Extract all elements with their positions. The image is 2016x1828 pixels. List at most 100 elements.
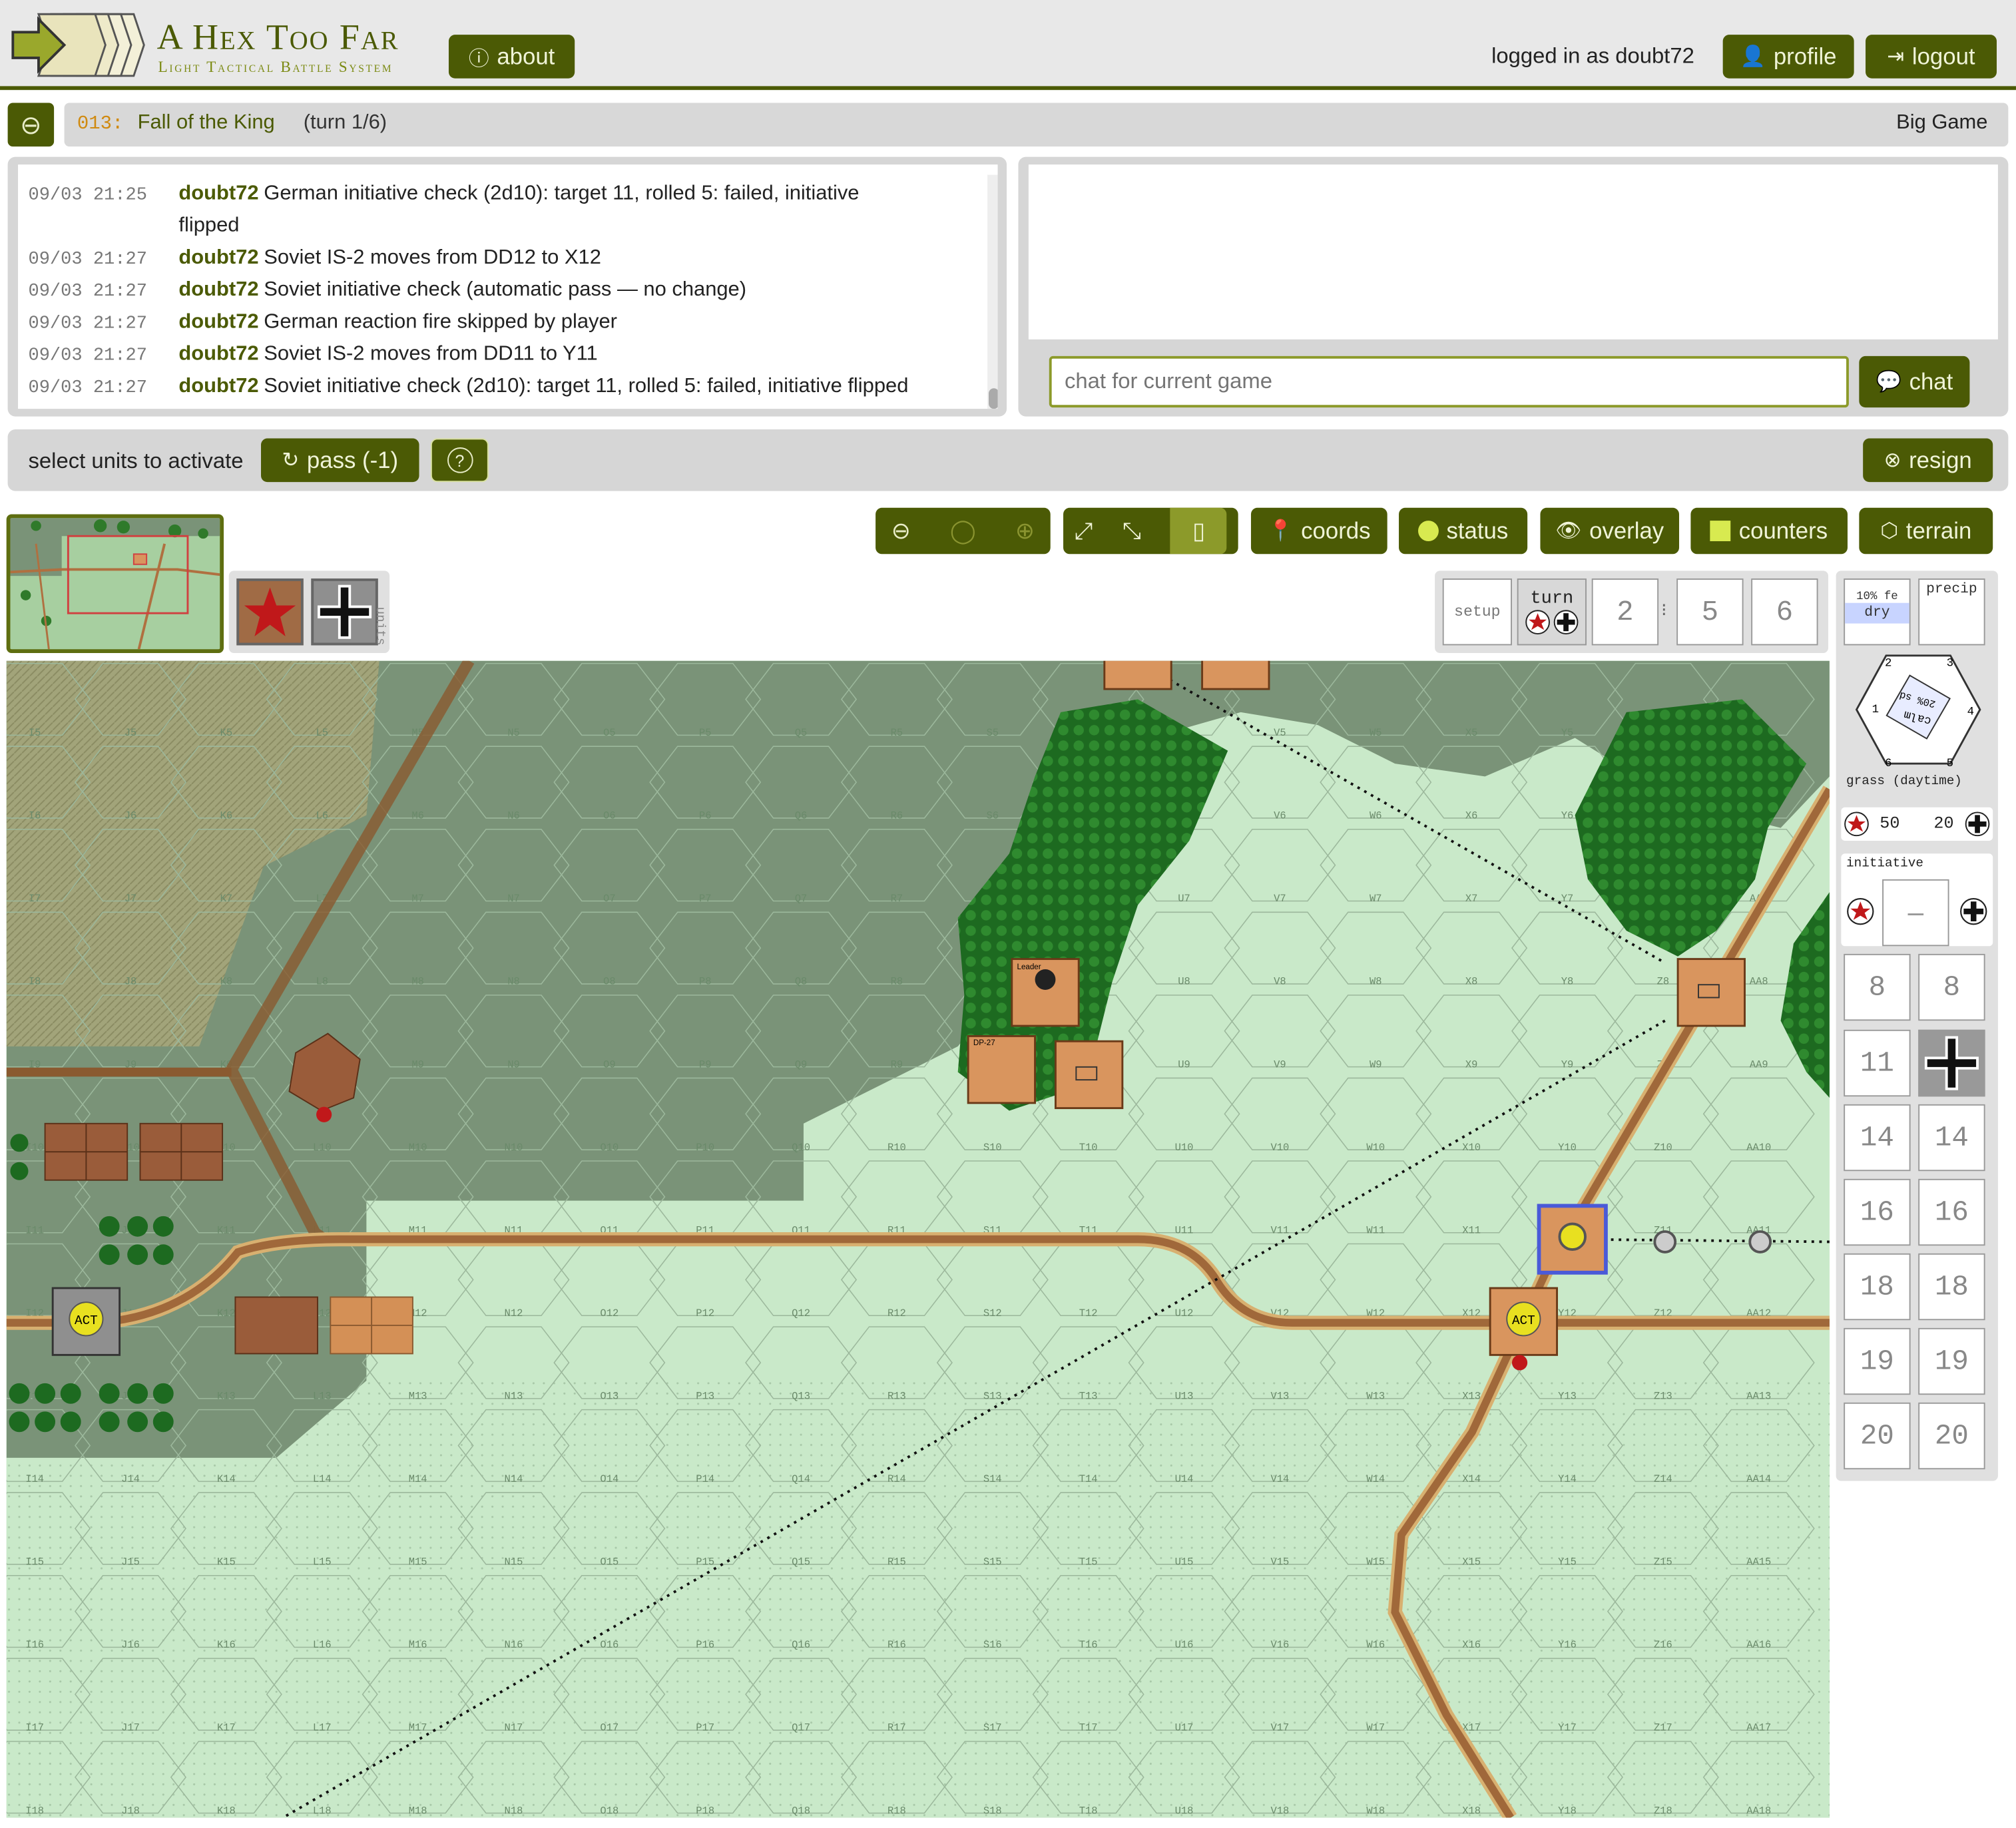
hex-coord-label: L13 bbox=[313, 1391, 332, 1403]
mobile-icon[interactable]: ▯ bbox=[1170, 507, 1228, 555]
hex-coord-label: N14 bbox=[505, 1473, 523, 1485]
hex-coord-label: K7 bbox=[220, 893, 233, 905]
hex-coord-label: L18 bbox=[313, 1805, 332, 1817]
turn-setup: setup bbox=[1442, 578, 1512, 646]
hex-coord-label: U13 bbox=[1175, 1391, 1194, 1403]
overlay-toggle[interactable]: 👁 overlay bbox=[1540, 507, 1680, 555]
counter-selected[interactable] bbox=[1537, 1204, 1608, 1275]
hex-coord-label: R17 bbox=[887, 1722, 906, 1734]
game-app: A Hex Too Far Light Tactical Battle Syst… bbox=[0, 0, 2016, 1828]
pass-button[interactable]: ↻ pass (-1) bbox=[261, 438, 419, 483]
zoom-out-icon[interactable]: ⊖ bbox=[891, 517, 911, 545]
hex-coord-label: S18 bbox=[983, 1805, 1002, 1817]
coords-toggle[interactable]: 📍 coords bbox=[1250, 507, 1387, 555]
chat-panel: 💬chat bbox=[1018, 156, 2009, 417]
status-toggle[interactable]: status bbox=[1399, 507, 1528, 555]
hex-coord-label: I7 bbox=[29, 893, 41, 905]
log-scrollbar[interactable] bbox=[987, 174, 998, 409]
hex-coord-label: W7 bbox=[1370, 893, 1382, 905]
game-map[interactable]: I5 I6 I7 I8 I9 I10 I11 I12 I13 I14 I15 I16 I17 I18 J5 J… bbox=[6, 660, 1830, 1818]
turn-cell: 5 bbox=[1676, 578, 1744, 646]
hex-coord-label: N13 bbox=[505, 1391, 523, 1403]
log-entry: 09/03 21:27 doubt72 Soviet initiative chec… bbox=[28, 279, 747, 302]
zoom-in-icon[interactable]: ⊕ bbox=[1015, 517, 1035, 545]
hex-coord-label: I6 bbox=[29, 810, 41, 822]
counters-toggle[interactable]: counters bbox=[1690, 507, 1848, 555]
log-entry: 09/03 21:25 doubt72 German initiative chec… bbox=[28, 182, 860, 206]
counter-german-leader[interactable]: ACT bbox=[51, 1287, 121, 1356]
hex-coord-label: V8 bbox=[1274, 976, 1286, 988]
hex-coord-label: X13 bbox=[1462, 1391, 1481, 1403]
hex-coord-label: Y18 bbox=[1558, 1805, 1577, 1817]
iron-cross-icon bbox=[1965, 811, 1990, 837]
counter-su152[interactable] bbox=[1054, 1040, 1124, 1110]
hex-coord-label: P18 bbox=[696, 1805, 714, 1817]
hex-coord-label: Y17 bbox=[1558, 1722, 1577, 1734]
hex-coord-label: O8 bbox=[603, 976, 616, 988]
hex-coord-label: P17 bbox=[696, 1722, 714, 1734]
red-star-icon bbox=[1847, 897, 1874, 925]
hex-coord-label: W6 bbox=[1370, 810, 1382, 822]
hex-coord-label: V11 bbox=[1271, 1224, 1290, 1236]
hex-coord-label: T15 bbox=[1079, 1556, 1098, 1568]
hex-map[interactable]: I5I6I7I8I9I10I11I12I13I14I15I16I17I18J5J… bbox=[6, 660, 1830, 1818]
counter-square-icon bbox=[1710, 521, 1732, 541]
svg-text:1: 1 bbox=[1872, 704, 1879, 716]
hex-coord-label: U8 bbox=[1178, 976, 1190, 988]
german-flag-button[interactable] bbox=[311, 578, 378, 646]
expand-icon[interactable]: ⤢ bbox=[1074, 517, 1093, 545]
hex-coord-label: W10 bbox=[1366, 1142, 1385, 1154]
hex-coord-label: M15 bbox=[409, 1556, 427, 1568]
hex-coord-label: AA15 bbox=[1746, 1556, 1771, 1568]
track-cell: 20 bbox=[1844, 1402, 1911, 1470]
hex-coord-label: J17 bbox=[121, 1722, 140, 1734]
hex-coord-label: W11 bbox=[1366, 1224, 1385, 1236]
counter-leader[interactable]: Leader bbox=[1011, 958, 1080, 1027]
hex-coord-label: W18 bbox=[1366, 1805, 1385, 1817]
hex-coord-label: O10 bbox=[600, 1142, 619, 1154]
zoom-reset-icon[interactable]: ◯ bbox=[950, 517, 976, 545]
collapse-button[interactable]: ⊖ bbox=[7, 103, 55, 147]
svg-text:2: 2 bbox=[1885, 657, 1891, 670]
terrain-toggle[interactable]: ⬡ terrain bbox=[1859, 507, 1993, 555]
german-score: 20 bbox=[1933, 813, 1954, 833]
help-button[interactable]: ? bbox=[430, 438, 489, 483]
chat-button[interactable]: 💬 chat bbox=[1859, 355, 1970, 408]
logged-in-text: logged in as doubt72 bbox=[1491, 43, 1694, 69]
action-bar: select units to activate ↻ pass (-1) ? ⊗ r… bbox=[7, 429, 2009, 491]
track-cell: 19 bbox=[1844, 1327, 1911, 1395]
hex-coord-label: J8 bbox=[125, 976, 137, 988]
resign-button[interactable]: ⊗ resign bbox=[1863, 438, 1993, 483]
about-button[interactable]: ⓘ about bbox=[448, 35, 575, 79]
hex-coord-label: S6 bbox=[987, 810, 999, 822]
hex-coord-label: W9 bbox=[1370, 1058, 1382, 1070]
hex-coord-label: N16 bbox=[505, 1639, 523, 1651]
hex-coord-label: AA10 bbox=[1746, 1142, 1771, 1154]
soviet-flag-button[interactable] bbox=[236, 578, 304, 646]
hex-coord-label: V13 bbox=[1271, 1391, 1290, 1403]
hex-coord-label: X8 bbox=[1465, 976, 1478, 988]
chat-input[interactable] bbox=[1049, 355, 1849, 408]
hex-coord-label: P7 bbox=[699, 893, 712, 905]
hex-coord-label: Y16 bbox=[1558, 1639, 1577, 1651]
profile-button[interactable]: 👤 profile bbox=[1722, 35, 1854, 79]
log-list[interactable]: 09/03 21:25 doubt72 German initiative chec… bbox=[18, 164, 998, 409]
hex-coord-label: K12 bbox=[217, 1307, 236, 1319]
hex-coord-label: K17 bbox=[217, 1722, 236, 1734]
iron-cross-icon bbox=[1960, 897, 1987, 925]
user-icon: 👤 bbox=[1740, 46, 1766, 69]
minimap[interactable] bbox=[6, 514, 224, 653]
svg-text:3: 3 bbox=[1947, 657, 1953, 670]
hex-coord-label: N7 bbox=[507, 893, 520, 905]
logout-button[interactable]: ⇥ logout bbox=[1866, 35, 1997, 79]
hex-coord-label: V9 bbox=[1274, 1058, 1286, 1070]
hex-coord-label: N10 bbox=[505, 1142, 523, 1154]
counter-su152-z9[interactable] bbox=[1676, 958, 1746, 1027]
hex-coord-label: Y10 bbox=[1558, 1142, 1577, 1154]
hex-coord-label: R18 bbox=[887, 1805, 906, 1817]
hex-coord-label: J5 bbox=[125, 727, 137, 739]
hex-coord-label: U14 bbox=[1175, 1473, 1194, 1485]
hex-coord-label: N5 bbox=[507, 727, 520, 739]
counter-dp27[interactable]: DP-27 bbox=[967, 1035, 1036, 1104]
shrink-icon[interactable]: ⤡ bbox=[1123, 517, 1141, 545]
